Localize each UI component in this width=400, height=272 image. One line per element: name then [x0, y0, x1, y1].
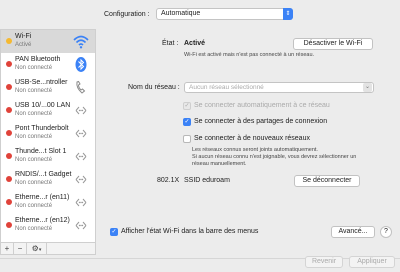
- new-networks-note-line2: Si aucun réseau connu n'est joignable, v…: [192, 154, 357, 160]
- service-item-usb-serial[interactable]: USB-Se...ntroller Non connecté: [1, 76, 95, 99]
- chevron-down-icon: ▾: [38, 247, 42, 253]
- service-name: USB-Se...ntroller: [15, 79, 68, 86]
- status-dot: [6, 38, 12, 44]
- service-item-wifi[interactable]: Wi-Fi Activé: [1, 30, 95, 53]
- show-wifi-menubar-label: Afficher l'état Wi-Fi dans la barre des …: [121, 228, 259, 235]
- new-networks-checkbox[interactable]: [183, 135, 191, 143]
- add-service-button[interactable]: +: [1, 243, 14, 255]
- network-name-placeholder: Aucun réseau sélectionné: [189, 84, 264, 91]
- hotspots-checkbox[interactable]: ✓: [183, 118, 191, 126]
- network-name-label: Nom du réseau :: [128, 84, 180, 91]
- status-dot: [6, 176, 12, 182]
- status-dot: [6, 107, 12, 113]
- service-item-rndis-gadget[interactable]: RNDIS/...t Gadget Non connecté: [1, 168, 95, 191]
- service-item-ethernet-en11[interactable]: Etherne...r (en11) Non connecté: [1, 191, 95, 214]
- service-item-usb-lan[interactable]: USB 10/...00 LAN Non connecté: [1, 99, 95, 122]
- disconnect-button[interactable]: Se déconnecter: [294, 175, 360, 187]
- chevron-down-icon[interactable]: ⌄: [363, 83, 372, 92]
- advanced-button[interactable]: Avancé...: [331, 226, 375, 238]
- status-dot: [6, 61, 12, 67]
- help-button[interactable]: ?: [380, 226, 392, 238]
- service-item-ethernet-en12[interactable]: Etherne...r (en12) Non connecté: [1, 214, 95, 237]
- new-networks-note-line1: Les réseaux connus seront joints automat…: [192, 147, 318, 153]
- service-item-thunderbolt-slot[interactable]: Thunde...t Slot 1 Non connecté: [1, 145, 95, 168]
- ethernet-icon: [75, 106, 87, 115]
- service-name: USB 10/...00 LAN: [15, 102, 71, 109]
- ssid-value: SSID eduroam: [184, 177, 230, 184]
- gear-icon: ⚙: [31, 244, 39, 253]
- status-dot: [6, 199, 12, 205]
- service-name: RNDIS/...t Gadget: [15, 171, 72, 178]
- bluetooth-icon: [75, 57, 87, 72]
- status-value: Activé: [184, 40, 206, 47]
- service-status: Non connecté: [15, 88, 53, 94]
- remove-service-button[interactable]: −: [14, 243, 27, 255]
- service-status: Activé: [15, 42, 32, 48]
- service-status: Non connecté: [15, 203, 53, 209]
- ethernet-icon: [75, 175, 87, 184]
- select-arrows-icon: ⇕: [283, 8, 293, 20]
- show-wifi-menubar-checkbox[interactable]: ✓: [110, 228, 118, 236]
- service-status: Non connecté: [15, 226, 53, 232]
- status-description: Wi-Fi est activé mais n'est pas connecté…: [184, 52, 315, 58]
- service-name: PAN Bluetooth: [15, 56, 61, 63]
- network-name-combobox[interactable]: Aucun réseau sélectionné ⌄: [184, 82, 374, 93]
- new-networks-label: Se connecter à de nouveaux réseaux: [194, 135, 310, 142]
- service-actions-button[interactable]: ⚙▾: [27, 243, 47, 255]
- status-label: État :: [162, 40, 179, 47]
- status-dot: [6, 153, 12, 159]
- service-status: Non connecté: [15, 111, 53, 117]
- auto-connect-label: Se connecter automatiquement à ce réseau: [194, 102, 330, 109]
- ethernet-icon: [75, 198, 87, 207]
- wifi-icon: [73, 35, 89, 49]
- ethernet-icon: [75, 221, 87, 230]
- service-item-thunderbolt-bridge[interactable]: Pont Thunderbolt Non connecté: [1, 122, 95, 145]
- configuration-value: Automatique: [161, 10, 201, 17]
- service-status: Non connecté: [15, 157, 53, 163]
- status-dot: [6, 222, 12, 228]
- service-name: Wi-Fi: [15, 33, 32, 40]
- disable-wifi-button[interactable]: Désactiver le Wi-Fi: [293, 38, 373, 50]
- dot1x-label: 802.1X: [157, 177, 180, 184]
- sidebar-toolbar: + − ⚙▾: [0, 243, 96, 255]
- auto-connect-checkbox[interactable]: ✓: [183, 102, 191, 110]
- hotspots-label: Se connecter à des partages de connexion: [194, 118, 328, 125]
- configuration-label: Configuration :: [104, 11, 150, 18]
- revert-button[interactable]: Revenir: [305, 256, 343, 268]
- service-item-bluetooth[interactable]: PAN Bluetooth Non connecté: [1, 53, 95, 76]
- ethernet-icon: [75, 152, 87, 161]
- service-name: Etherne...r (en11): [15, 194, 70, 201]
- service-status: Non connecté: [15, 65, 53, 71]
- configuration-select[interactable]: Automatique ⇕: [156, 8, 293, 20]
- status-dot: [6, 84, 12, 90]
- apply-button[interactable]: Appliquer: [349, 256, 395, 268]
- service-status: Non connecté: [15, 180, 53, 186]
- new-networks-note-line3: réseau manuellement.: [192, 161, 247, 167]
- ethernet-icon: [75, 129, 87, 138]
- service-name: Pont Thunderbolt: [15, 125, 69, 132]
- service-status: Non connecté: [15, 134, 53, 140]
- status-dot: [6, 130, 12, 136]
- service-name: Thunde...t Slot 1: [15, 148, 67, 155]
- phone-icon: [76, 80, 86, 94]
- service-list[interactable]: Wi-Fi Activé PAN Bluetooth Non connecté …: [0, 29, 96, 243]
- service-name: Etherne...r (en12): [15, 217, 70, 224]
